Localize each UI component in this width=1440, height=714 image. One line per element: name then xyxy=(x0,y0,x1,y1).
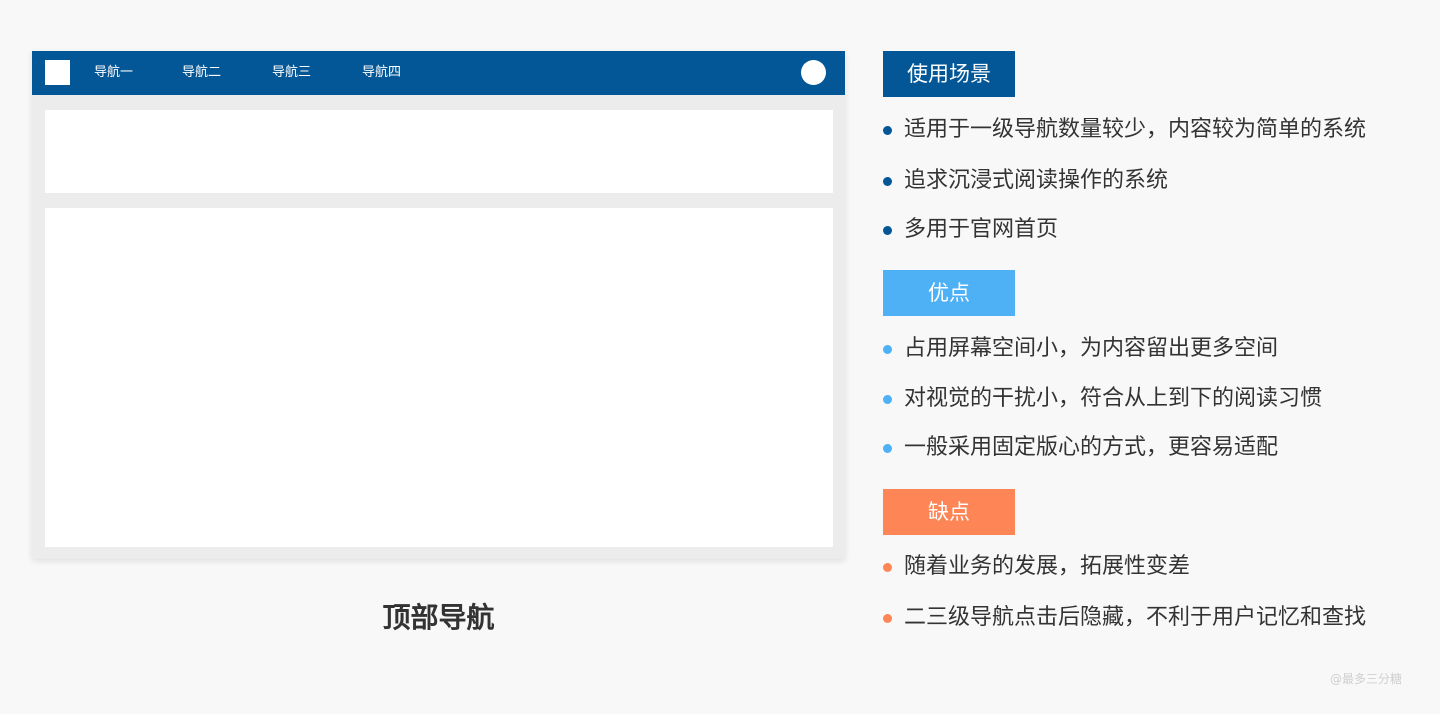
bullet-dot-icon xyxy=(883,344,892,354)
nav-item-2[interactable]: 导航二 xyxy=(182,51,221,95)
pros-item-text: 一般采用固定版心的方式，更容易适配 xyxy=(904,435,1279,460)
top-navigation-bar: 导航一 导航二 导航三 导航四 xyxy=(32,51,845,95)
bullet-dot-icon xyxy=(883,613,892,623)
usage-item: 适用于一级导航数量较少，内容较为简单的系统 xyxy=(883,115,1366,145)
bullet-dot-icon xyxy=(883,394,892,404)
pros-item: 对视觉的干扰小，符合从上到下的阅读习惯 xyxy=(883,384,1322,414)
pros-item: 占用屏幕空间小，为内容留出更多空间 xyxy=(883,334,1278,364)
pros-item: 一般采用固定版心的方式，更容易适配 xyxy=(883,433,1278,463)
cons-item: 二三级导航点击后隐藏，不利于用户记忆和查找 xyxy=(883,603,1366,633)
bullet-dot-icon xyxy=(883,176,892,186)
cons-item-text: 随着业务的发展，拓展性变差 xyxy=(904,554,1191,579)
watermark: @最多三分糖 xyxy=(1330,672,1403,686)
bullet-dot-icon xyxy=(883,562,892,572)
canvas: 导航一 导航二 导航三 导航四 顶部导航 使用场景 适用于一级导航数量较少，内容… xyxy=(0,0,1440,714)
pros-item-text: 占用屏幕空间小，为内容留出更多空间 xyxy=(904,336,1279,361)
cons-item: 随着业务的发展，拓展性变差 xyxy=(883,552,1190,582)
usage-item-text: 追求沉浸式阅读操作的系统 xyxy=(904,168,1169,193)
content-panel-top xyxy=(45,110,833,193)
usage-item: 多用于官网首页 xyxy=(883,215,1058,245)
nav-item-1[interactable]: 导航一 xyxy=(94,51,133,95)
bullet-dot-icon xyxy=(883,225,892,235)
logo-placeholder xyxy=(45,60,70,85)
usage-item: 追求沉浸式阅读操作的系统 xyxy=(883,166,1168,196)
usage-item-text: 适用于一级导航数量较少，内容较为简单的系统 xyxy=(904,117,1367,142)
pros-section-title: 优点 xyxy=(883,270,1015,316)
bullet-dot-icon xyxy=(883,443,892,453)
cons-item-text: 二三级导航点击后隐藏，不利于用户记忆和查找 xyxy=(904,605,1367,630)
avatar[interactable] xyxy=(801,60,826,85)
nav-item-3[interactable]: 导航三 xyxy=(272,51,311,95)
layout-mockup: 导航一 导航二 导航三 导航四 xyxy=(32,51,845,559)
nav-item-4[interactable]: 导航四 xyxy=(362,51,401,95)
cons-section-title: 缺点 xyxy=(883,489,1015,535)
content-panel-main xyxy=(45,208,833,547)
mockup-caption: 顶部导航 xyxy=(382,601,495,634)
usage-section-title: 使用场景 xyxy=(883,51,1015,97)
bullet-dot-icon xyxy=(883,125,892,135)
usage-item-text: 多用于官网首页 xyxy=(904,217,1059,242)
pros-item-text: 对视觉的干扰小，符合从上到下的阅读习惯 xyxy=(904,386,1323,411)
